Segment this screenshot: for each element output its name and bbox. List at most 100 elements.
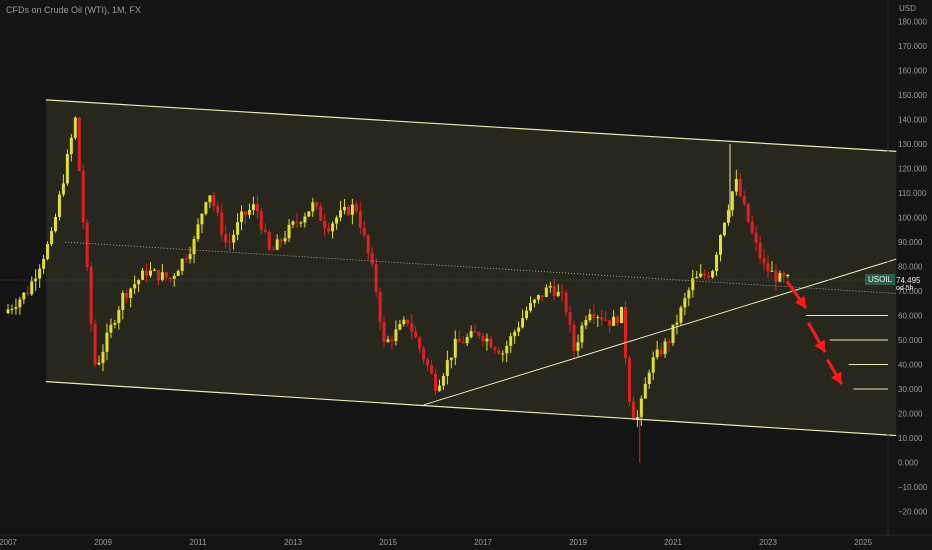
candle-body: [540, 295, 544, 297]
price-chart[interactable]: −20.000 −10.000 0.000 10.000 20.000 30.000 40.…: [0, 0, 932, 550]
candle-body: [164, 272, 168, 278]
candle-body: [117, 310, 121, 323]
candle-body: [176, 270, 180, 276]
y-tick-label: −20.000: [898, 508, 928, 517]
candle-body: [366, 235, 370, 254]
candle-body: [22, 292, 26, 300]
candle-body: [675, 322, 679, 325]
candle-body: [536, 295, 540, 300]
candle-body: [414, 331, 418, 338]
candle-body: [604, 319, 608, 321]
candle-body: [659, 349, 663, 355]
candle-body: [532, 299, 536, 304]
candle-body: [572, 324, 576, 351]
y-tick-label: 30.000: [898, 385, 923, 394]
candle-body: [382, 321, 386, 342]
candle-body: [303, 216, 307, 223]
candle-body: [54, 216, 57, 232]
candle-body: [683, 298, 687, 308]
y-tick-label: 110.000: [898, 189, 927, 198]
y-tick-label: 60.000: [898, 312, 923, 321]
candle-body: [89, 267, 93, 324]
candle-body: [113, 322, 117, 325]
candle-body: [299, 222, 303, 224]
candle-body: [517, 327, 521, 332]
candle-body: [687, 290, 691, 299]
candle-body: [374, 263, 378, 292]
candle-body: [722, 222, 726, 236]
candle-body: [521, 318, 525, 328]
candle-body: [457, 338, 461, 342]
candle-body: [647, 372, 651, 385]
candle-body: [497, 350, 501, 354]
x-tick-label: 2013: [284, 538, 302, 547]
candle-body: [46, 243, 50, 259]
candle-body: [461, 341, 465, 344]
candle-body: [402, 319, 406, 325]
candle-body: [109, 324, 113, 333]
candle-body: [489, 338, 493, 348]
candle-body: [501, 353, 505, 355]
candle-body: [612, 316, 616, 326]
currency-label: USD: [899, 4, 916, 13]
candle-body: [18, 299, 22, 308]
candle-body: [398, 324, 402, 330]
candle-body: [410, 323, 414, 332]
y-tick-label: 10.000: [898, 434, 923, 443]
candle-body: [758, 242, 762, 259]
candle-body: [69, 137, 73, 154]
candle-body: [719, 235, 722, 255]
candle-body: [168, 277, 172, 279]
y-tick-label: 20.000: [898, 410, 923, 419]
candle-body: [750, 221, 754, 233]
candle-body: [529, 303, 532, 311]
chart-title: CFDs on Crude Oil (WTI), 1M, FX: [6, 5, 142, 15]
candle-body: [651, 357, 655, 373]
last-price-label: 74.495: [896, 276, 921, 285]
candle-body: [422, 348, 426, 360]
y-tick-label: 140.000: [898, 116, 927, 125]
candle-body: [552, 286, 556, 297]
candle-body: [762, 258, 766, 264]
x-tick-label: 2009: [94, 538, 112, 547]
y-tick-label: 0.000: [898, 459, 919, 468]
y-tick-label: 40.000: [898, 361, 923, 370]
candle-body: [81, 171, 85, 223]
candle-body: [465, 337, 469, 344]
candle-body: [251, 204, 255, 211]
candle-body: [770, 270, 774, 272]
candle-body: [679, 307, 683, 323]
candle-body: [208, 195, 212, 203]
candle-body: [61, 183, 65, 195]
candle-body: [145, 270, 149, 276]
candle-body: [77, 117, 81, 172]
candle-body: [73, 117, 77, 138]
y-tick-label: 160.000: [898, 67, 927, 76]
candle-body: [350, 204, 354, 215]
candle-body: [378, 291, 382, 322]
candle-body: [596, 317, 600, 319]
candle-body: [204, 202, 208, 214]
candle-body: [627, 358, 631, 402]
candle-body: [6, 309, 10, 314]
candle-body: [738, 179, 742, 197]
candle-body: [172, 275, 176, 279]
candle-body: [477, 332, 481, 336]
candle-body: [57, 194, 61, 217]
candle-body: [244, 211, 247, 215]
candle-body: [544, 287, 548, 297]
candle-body: [263, 229, 267, 232]
candle-body: [370, 253, 374, 264]
candle-body: [766, 263, 770, 272]
candle-body: [576, 342, 580, 351]
candle-body: [754, 232, 758, 243]
candle-body: [742, 196, 746, 204]
candle-body: [93, 323, 97, 365]
candle-body: [152, 269, 156, 271]
candle-body: [525, 310, 529, 319]
y-tick-label: 130.000: [898, 140, 927, 149]
candle-body: [160, 272, 164, 281]
candle-body: [141, 270, 145, 280]
candle-body: [236, 222, 240, 235]
candle-body: [711, 271, 715, 278]
